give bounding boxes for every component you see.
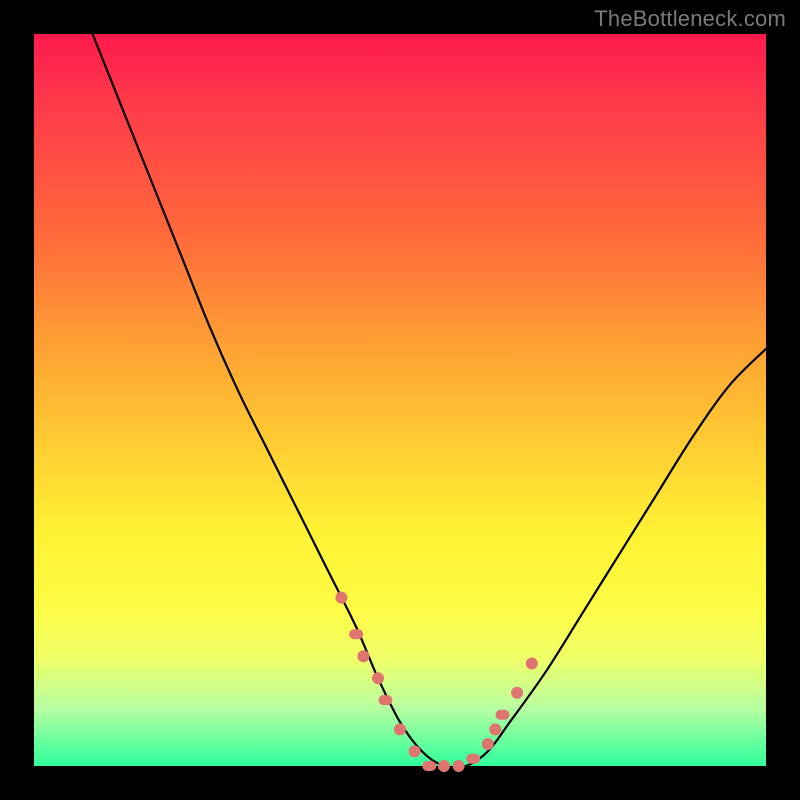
highlighted-point xyxy=(453,760,465,772)
watermark-text: TheBottleneck.com xyxy=(594,6,786,32)
highlighted-point xyxy=(394,723,406,735)
highlighted-point xyxy=(372,672,384,684)
plot-area xyxy=(34,34,766,766)
highlighted-points-group xyxy=(335,592,537,772)
highlighted-point xyxy=(489,723,501,735)
highlighted-point xyxy=(422,761,436,771)
highlighted-point xyxy=(357,650,369,662)
chart-frame: TheBottleneck.com xyxy=(0,0,800,800)
highlighted-point xyxy=(511,687,523,699)
highlighted-point xyxy=(409,745,421,757)
curve-svg xyxy=(34,34,766,766)
highlighted-point xyxy=(378,695,392,705)
highlighted-point xyxy=(349,629,363,639)
highlighted-point xyxy=(438,760,450,772)
highlighted-point xyxy=(466,754,480,764)
bottleneck-curve-path xyxy=(93,34,766,768)
highlighted-point xyxy=(482,738,494,750)
highlighted-point xyxy=(496,710,510,720)
highlighted-point xyxy=(526,658,538,670)
highlighted-point xyxy=(335,592,347,604)
